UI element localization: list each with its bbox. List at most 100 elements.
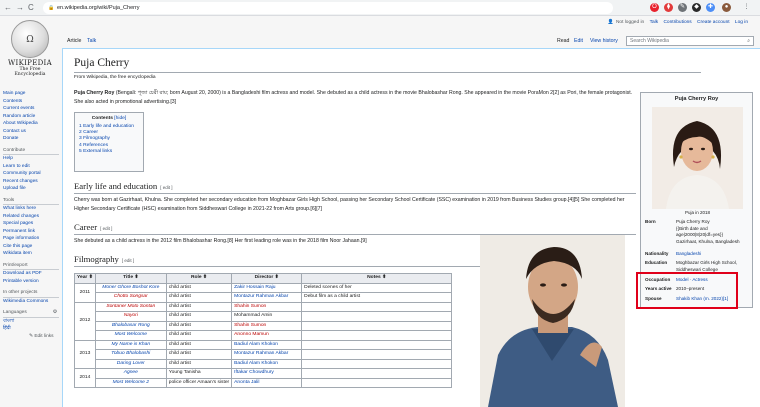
infobox-label-education: Education — [645, 260, 668, 265]
director-link[interactable]: Anonta Jalil — [231, 377, 303, 388]
film-title-link[interactable]: Nayori — [94, 311, 167, 322]
sidebar-item-contact[interactable]: Contact us — [3, 128, 59, 136]
tab-talk[interactable]: Talk — [87, 38, 96, 44]
film-title-link[interactable]: Most Welcome 2 — [94, 377, 167, 388]
sidebar-item-permanent-link[interactable]: Permanent link — [3, 228, 59, 236]
column-header-title[interactable]: Title ⬍ — [94, 273, 167, 284]
address-bar[interactable]: 🔒 en.wikipedia.org/wiki/Puja_Cherry — [43, 2, 613, 14]
tab-view-history[interactable]: View history — [590, 38, 618, 44]
search-icon[interactable]: ⌕ — [747, 37, 750, 45]
sidebar-item-random-article[interactable]: Random article — [3, 113, 59, 121]
sidebar-item-recent-changes[interactable]: Recent changes — [3, 178, 59, 186]
year-cell: 2014 — [74, 368, 96, 388]
search-input[interactable]: Search Wikipedia ⌕ — [626, 36, 754, 46]
menu-icon[interactable]: ⋮ — [742, 3, 751, 12]
personal-tools: 👤 Not logged in Talk Contributions Creat… — [604, 20, 748, 25]
film-title-link[interactable]: My Name is Khan — [94, 339, 167, 350]
film-title-link[interactable]: Chotto Songsar — [94, 292, 167, 303]
sidebar-item-about[interactable]: About Wikipedia — [3, 120, 59, 128]
sidebar-item-commons[interactable]: Wikimedia Commons — [3, 298, 59, 306]
film-title-link[interactable]: Bhalobasar Rong — [94, 320, 167, 331]
sidebar-item-main-page[interactable]: Main page — [3, 90, 59, 98]
shield-extension-icon[interactable]: ◆ — [692, 3, 701, 12]
sidebar-item-upload-file[interactable]: Upload file — [3, 185, 59, 193]
toc-hide-button[interactable]: [hide] — [114, 116, 126, 121]
sidebar-item-community-portal[interactable]: Community portal — [3, 170, 59, 178]
sidebar-item-related-changes[interactable]: Related changes — [3, 213, 59, 221]
tab-read[interactable]: Read — [557, 38, 569, 44]
create-account-link[interactable]: Create account — [697, 20, 730, 25]
tab-article[interactable]: Article — [67, 38, 81, 44]
lock-icon: 🔒 — [48, 5, 55, 11]
subject-name: Puja Cherry Roy — [74, 90, 115, 96]
back-button[interactable]: ← — [4, 3, 12, 12]
opera-extension-icon[interactable]: O — [650, 3, 659, 12]
role-cell: child artist — [165, 301, 233, 312]
log-in-link[interactable]: Log in — [735, 20, 748, 25]
column-header-notes[interactable]: Notes ⬍ — [301, 273, 453, 284]
lead-paragraph: Puja Cherry Roy (Bengali: পূজা চেরী রায়… — [74, 89, 636, 107]
director-link[interactable]: Badiul Alam Khokon — [231, 339, 303, 350]
sidebar-item-wikidata[interactable]: Wikidata item — [3, 250, 59, 258]
director-link[interactable]: Shahin Sumon — [231, 301, 303, 312]
sidebar-item-donate[interactable]: Donate — [3, 135, 59, 143]
director-link[interactable]: Montazur Rahman Akbar — [231, 292, 303, 303]
film-title-link[interactable]: Tobuo Bhalobashi — [94, 349, 167, 360]
table-row: Bhalobasar Rong child artist Shahin Sumo… — [75, 320, 453, 331]
lead-text: (Bengali: পূজা চেরী রায়; born August 20… — [74, 90, 633, 105]
heading-career-text: Career — [74, 222, 98, 232]
sidebar-item-special-pages[interactable]: Special pages — [3, 220, 59, 228]
film-title-link[interactable]: Agnee — [94, 368, 167, 379]
sidebar-item-download-pdf[interactable]: Download as PDF — [3, 270, 59, 278]
tool-extension-icon[interactable]: ✎ — [678, 3, 687, 12]
filmography-table: Year ⬍ Title ⬍ Role ⬍ Director ⬍ Notes ⬍… — [74, 273, 453, 388]
wikipedia-logo[interactable]: Ω WIKIPEDIA The Free Encyclopedia — [5, 20, 55, 80]
sidebar-item-current-events[interactable]: Current events — [3, 105, 59, 113]
sidebar-item-printable[interactable]: Printable version — [3, 278, 59, 286]
director-link[interactable]: Shahin Sumon — [231, 320, 303, 331]
title-divider — [74, 72, 701, 73]
sidebar-item-cite-page[interactable]: Cite this page — [3, 243, 59, 251]
director-link[interactable]: Zakir Hossain Raju — [231, 282, 303, 293]
edit-section-early-life[interactable]: [ edit ] — [160, 185, 172, 190]
section-divider — [74, 193, 636, 194]
reload-button[interactable]: C — [28, 3, 34, 12]
sidebar-item-help[interactable]: Help — [3, 155, 59, 163]
sidebar-item-learn-to-edit[interactable]: Learn to edit — [3, 163, 59, 171]
edit-links-button[interactable]: ✎ Edit links — [3, 333, 59, 341]
infobox-value-nationality[interactable]: Bangladeshi — [676, 251, 752, 258]
sidebar-item-what-links-here[interactable]: What links here — [3, 205, 59, 213]
infobox-portrait-image[interactable] — [652, 107, 743, 209]
personal-talk-link[interactable]: Talk — [650, 20, 659, 25]
director-link[interactable]: Iftakar Chowdhury — [231, 368, 303, 379]
personal-contributions-link[interactable]: Contributions — [663, 20, 691, 25]
column-header-role[interactable]: Role ⬍ — [165, 273, 233, 284]
sidebar-item-lang-hi[interactable]: हिंदी — [3, 325, 59, 333]
edit-section-career[interactable]: [ edit ] — [100, 226, 112, 231]
red-extension-icon[interactable]: ⧫ — [664, 3, 673, 12]
tab-edit[interactable]: Edit — [574, 38, 583, 44]
sidebar-item-lang-bn[interactable]: বাংলা — [3, 318, 59, 326]
puzzle-extension-icon[interactable]: ✚ — [706, 3, 715, 12]
sidebar-item-contents[interactable]: Contents — [3, 98, 59, 106]
edit-section-filmography[interactable]: [ edit ] — [122, 258, 134, 263]
sidebar-item-page-information[interactable]: Page information — [3, 235, 59, 243]
role-cell: police officer Amaan's sister — [165, 377, 233, 388]
settings-gear-icon[interactable]: ⚙ — [53, 309, 57, 317]
director-link[interactable]: Montazur Rahman Akbar — [231, 349, 303, 360]
early-life-paragraph: Cherry was born at Gazirhaat, Khulna. Sh… — [74, 197, 625, 212]
film-title-link[interactable]: Daring Lover — [94, 358, 167, 369]
toc-entry-external-links[interactable]: 5 External links — [79, 149, 139, 155]
forward-button[interactable]: → — [16, 3, 24, 12]
notes-cell — [301, 301, 453, 312]
profile-avatar[interactable]: ● — [722, 3, 731, 12]
director-link[interactable]: Anonno Mamun — [231, 330, 303, 341]
year-cell: 2013 — [74, 339, 96, 369]
film-title-link[interactable]: Moner Ghore Boshot Kore — [94, 282, 167, 293]
director-link[interactable]: Badiul Alam Khokon — [231, 358, 303, 369]
column-header-year[interactable]: Year ⬍ — [74, 273, 96, 284]
notes-cell — [301, 339, 453, 350]
film-title-link[interactable]: Most Welcome — [94, 330, 167, 341]
column-header-director[interactable]: Director ⬍ — [231, 273, 303, 284]
film-title-link[interactable]: Sontaner Moto Sontan — [94, 301, 167, 312]
